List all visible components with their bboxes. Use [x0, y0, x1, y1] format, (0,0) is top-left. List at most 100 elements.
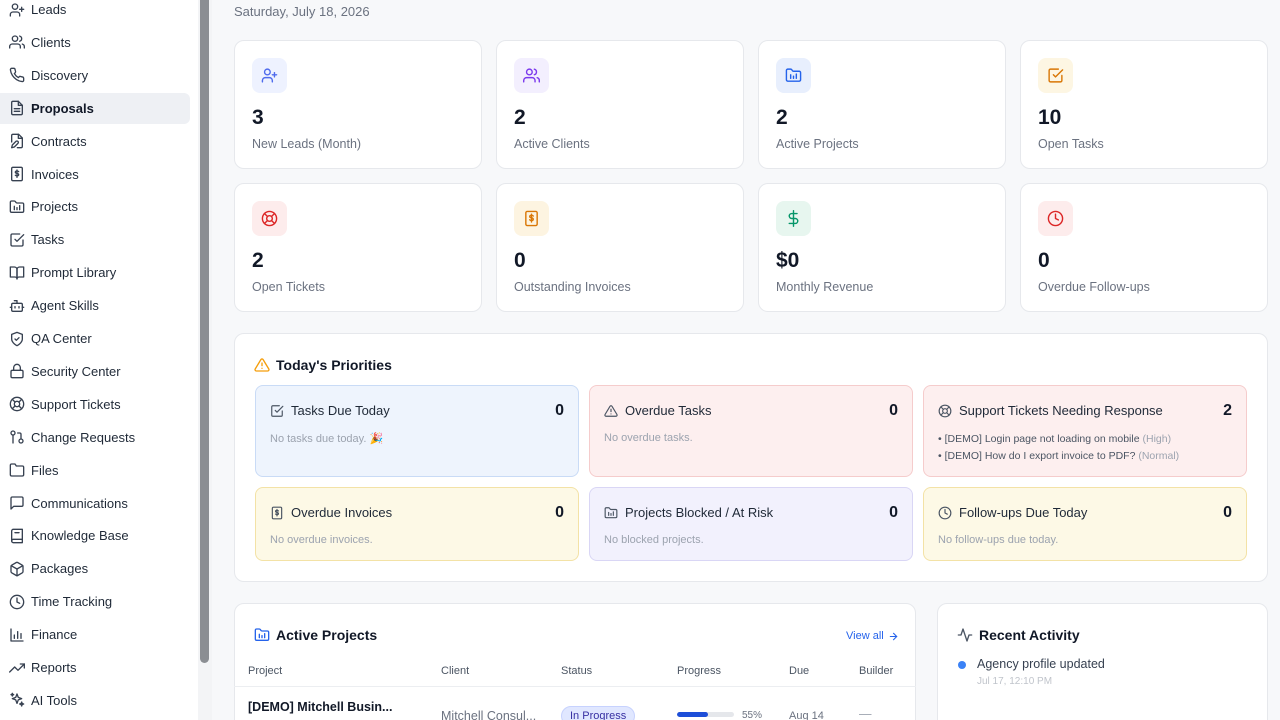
trending-up-icon: [9, 660, 25, 676]
progress-bar: [677, 712, 734, 717]
user-plus-icon: [9, 2, 25, 18]
sidebar-item-knowledge-base[interactable]: Knowledge Base: [0, 520, 190, 551]
file-edit-icon: [9, 133, 25, 149]
sidebar-item-prompt-library[interactable]: Prompt Library: [0, 257, 190, 288]
ticket-list-item[interactable]: • [DEMO] How do I export invoice to PDF?…: [938, 448, 1179, 465]
sidebar-item-finance[interactable]: Finance: [0, 619, 190, 650]
stat-card-overdue-follow-ups[interactable]: 0 Overdue Follow-ups: [1020, 183, 1268, 312]
folder-open-icon: [9, 462, 25, 478]
project-builder: —: [859, 707, 872, 720]
priority-card-header: Tasks Due Today: [270, 403, 390, 418]
ticket-list-item[interactable]: • [DEMO] Login page not loading on mobil…: [938, 431, 1179, 448]
column-header-due[interactable]: Due: [789, 665, 809, 677]
stat-card-active-clients[interactable]: 2 Active Clients: [496, 40, 744, 169]
priority-card-count: 2: [1223, 402, 1232, 419]
sidebar-item-packages[interactable]: Packages: [0, 553, 190, 584]
sidebar-item-files[interactable]: Files: [0, 455, 190, 486]
stat-card-open-tickets[interactable]: 2 Open Tickets: [234, 183, 482, 312]
sidebar-item-projects[interactable]: Projects: [0, 191, 190, 222]
stat-label: New Leads (Month): [252, 137, 362, 151]
column-header-builder[interactable]: Builder: [859, 665, 893, 677]
column-header-status[interactable]: Status: [561, 665, 592, 677]
sidebar-item-label: Contracts: [31, 133, 87, 149]
sidebar-item-label: Discovery: [31, 67, 89, 83]
shield-check-icon: [9, 331, 25, 347]
sidebar-item-reports[interactable]: Reports: [0, 652, 190, 683]
page-date: Saturday, July 18, 2026: [234, 4, 370, 19]
alert-triangle-icon: [604, 404, 618, 418]
column-header-progress[interactable]: Progress: [677, 665, 721, 677]
sidebar-item-security-center[interactable]: Security Center: [0, 356, 190, 387]
stat-value: 0: [1038, 249, 1050, 272]
sidebar-item-label: Tasks: [31, 232, 65, 248]
sidebar-item-invoices[interactable]: Invoices: [0, 159, 190, 190]
stat-value: $0: [776, 249, 800, 272]
book-icon: [9, 528, 25, 544]
sidebar-item-leads[interactable]: Leads: [0, 0, 190, 25]
priority-card-empty: No overdue tasks.: [604, 432, 693, 444]
sidebar-item-label: Time Tracking: [31, 594, 113, 610]
sidebar-item-discovery[interactable]: Discovery: [0, 60, 190, 91]
sidebar-item-contracts[interactable]: Contracts: [0, 126, 190, 157]
priority-card-overdue-tasks[interactable]: Overdue Tasks 0 No overdue tasks.: [589, 385, 913, 477]
sidebar-item-label: Finance: [31, 627, 78, 643]
sidebar-item-support-tickets[interactable]: Support Tickets: [0, 389, 190, 420]
activity-item-text: Agency profile updated: [977, 657, 1105, 671]
sidebar-item-proposals[interactable]: Proposals: [0, 92, 190, 124]
priority-card-count: 0: [555, 402, 564, 419]
sparkles-icon: [9, 692, 25, 708]
sidebar-scrollbar-thumb[interactable]: [200, 0, 209, 663]
stat-card-active-projects[interactable]: 2 Active Projects: [758, 40, 1006, 169]
project-name-link[interactable]: [DEMO] Mitchell Busin...: [248, 700, 392, 714]
stat-card-monthly-revenue[interactable]: $0 Monthly Revenue: [758, 183, 1006, 312]
priority-card-empty: No overdue invoices.: [270, 534, 373, 546]
priority-card-support-tickets-needing-response[interactable]: Support Tickets Needing Response 2 • [DEMO…: [923, 385, 1247, 477]
priority-card-empty: No blocked projects.: [604, 534, 704, 546]
sidebar-item-label: Clients: [31, 34, 71, 50]
sidebar-item-ai-tools[interactable]: AI Tools: [0, 685, 190, 716]
check-square-icon: [1047, 67, 1064, 84]
priority-card-overdue-invoices[interactable]: Overdue Invoices 0 No overdue invoices.: [255, 487, 579, 561]
column-header-project[interactable]: Project: [248, 665, 282, 677]
sidebar-item-change-requests[interactable]: Change Requests: [0, 422, 190, 453]
sidebar-item-tasks[interactable]: Tasks: [0, 224, 190, 255]
users-icon: [523, 67, 540, 84]
stat-label: Outstanding Invoices: [514, 280, 631, 294]
stat-card-open-tasks[interactable]: 10 Open Tasks: [1020, 40, 1268, 169]
sidebar-item-agent-skills[interactable]: Agent Skills: [0, 290, 190, 321]
folder-chart-icon: [254, 627, 270, 643]
column-header-client[interactable]: Client: [441, 665, 469, 677]
stat-label: Monthly Revenue: [776, 280, 874, 294]
priority-card-tasks-due-today[interactable]: Tasks Due Today 0 No tasks due today. 🎉: [255, 385, 579, 477]
priority-card-header: Overdue Invoices: [270, 505, 392, 520]
stat-card-new-leads-month[interactable]: 3 New Leads (Month): [234, 40, 482, 169]
file-text-icon: [9, 100, 25, 116]
sidebar-item-clients[interactable]: Clients: [0, 27, 190, 58]
clock-icon: [938, 506, 952, 520]
priority-card-header: Follow-ups Due Today: [938, 505, 1087, 520]
users-icon: [9, 34, 25, 50]
sidebar-item-time-tracking[interactable]: Time Tracking: [0, 586, 190, 617]
sidebar-item-label: Projects: [31, 199, 78, 215]
priority-card-title: Tasks Due Today: [291, 403, 390, 418]
stat-card-outstanding-invoices[interactable]: 0 Outstanding Invoices: [496, 183, 744, 312]
priority-card-projects-blocked-at-risk[interactable]: Projects Blocked / At Risk 0 No blocked pr…: [589, 487, 913, 561]
sidebar-item-label: AI Tools: [31, 692, 78, 708]
stat-value: 10: [1038, 106, 1062, 129]
stat-icon-box: [514, 201, 549, 236]
stat-label: Open Tickets: [252, 280, 325, 294]
stat-icon-box: [252, 201, 287, 236]
sidebar-item-label: Invoices: [31, 166, 79, 182]
sidebar-item-qa-center[interactable]: QA Center: [0, 323, 190, 354]
project-due-date: Aug 14: [789, 710, 824, 720]
sidebar-item-label: Change Requests: [31, 429, 136, 445]
stat-icon-box: [514, 58, 549, 93]
priority-card-follow-ups-due-today[interactable]: Follow-ups Due Today 0 No follow-ups due t…: [923, 487, 1247, 561]
ticket-priority: (Normal): [1138, 450, 1180, 462]
sidebar-item-communications[interactable]: Communications: [0, 488, 190, 519]
life-buoy-icon: [938, 404, 952, 418]
stat-value: 2: [252, 249, 264, 272]
sidebar-item-label: Agent Skills: [31, 298, 99, 314]
activity-item-time: Jul 17, 12:10 PM: [977, 676, 1053, 687]
view-all-projects-link[interactable]: View all: [846, 630, 899, 642]
